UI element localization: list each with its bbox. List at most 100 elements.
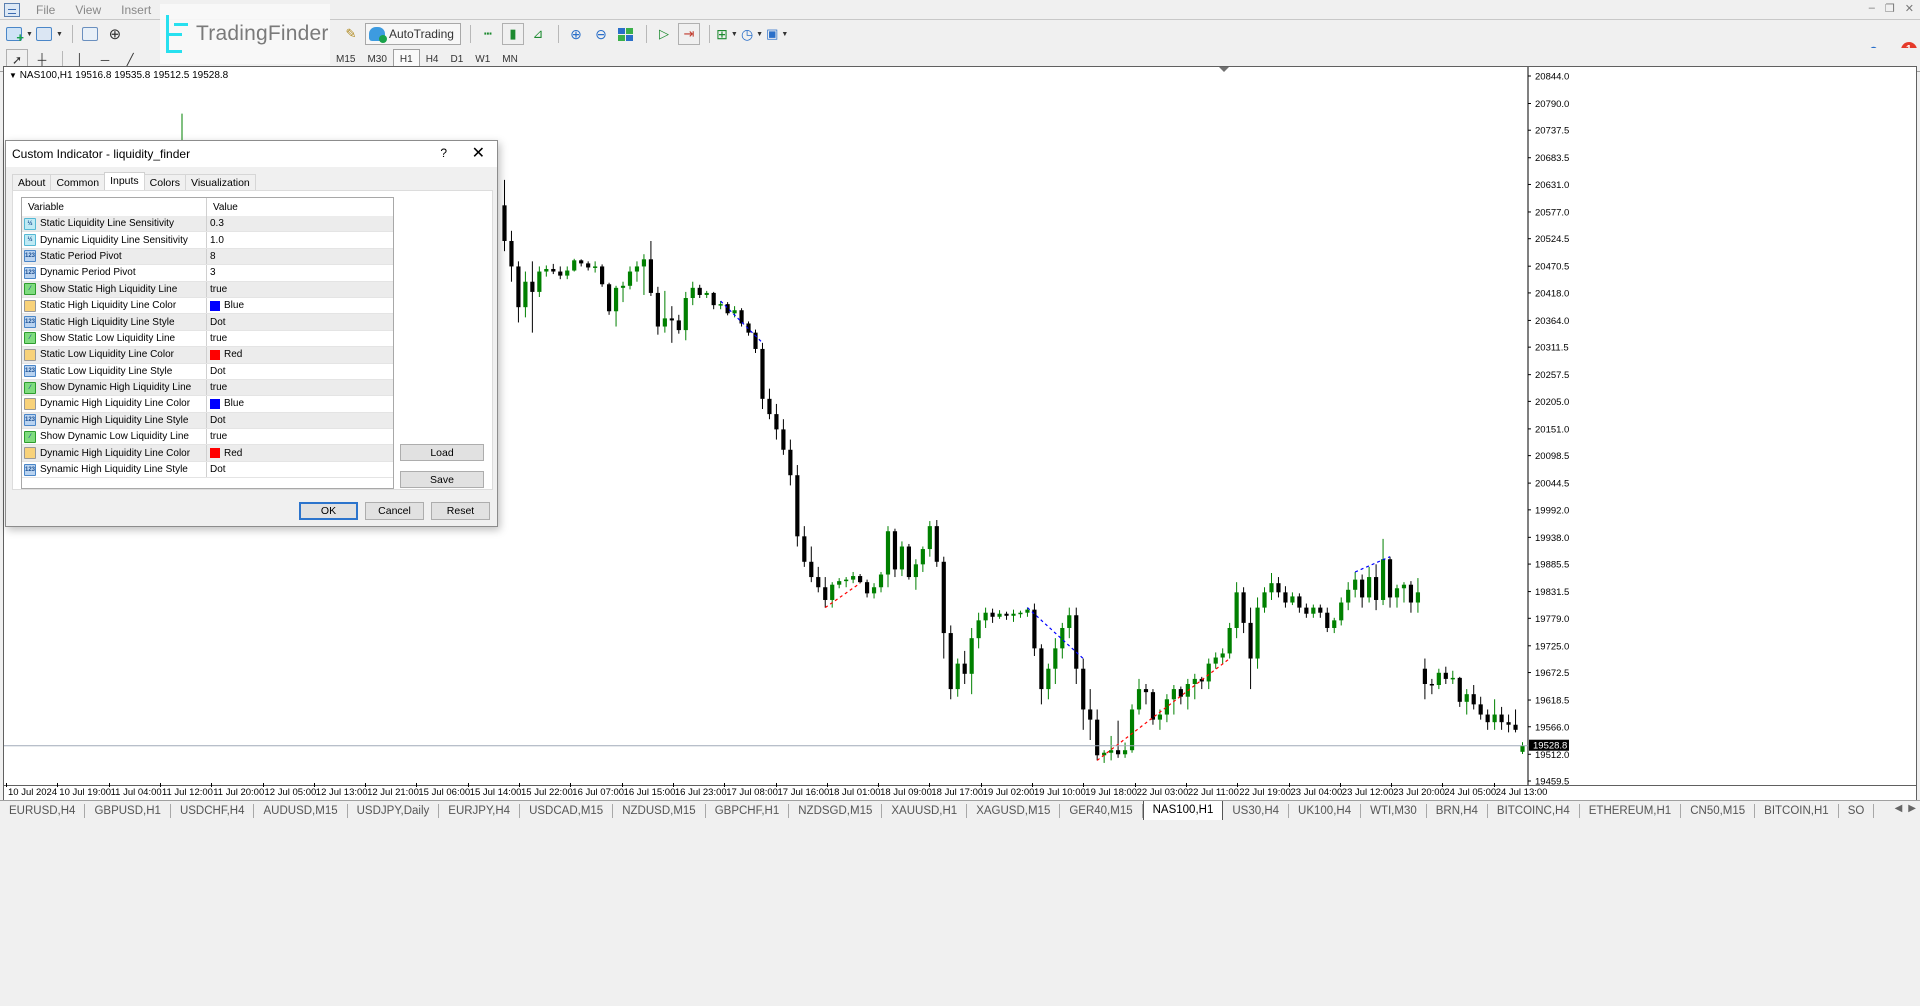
input-row[interactable]: ½ Dynamic Liquidity Line Sensitivity 1.0 [22,232,393,249]
dialog-titlebar[interactable]: Custom Indicator - liquidity_finder ? ✕ [6,141,497,167]
time-tick-label: 19 Jul 10:00 [1034,787,1086,798]
column-header-variable[interactable]: Variable [22,198,207,216]
input-value[interactable]: Red [207,347,393,362]
input-row[interactable]: 123 Static Period Pivot 8 [22,248,393,266]
auto-scroll-button[interactable]: ▷ [653,23,675,45]
input-row[interactable]: ½ Static Liquidity Line Sensitivity 0.3 [22,216,393,233]
help-button[interactable]: ? [440,146,447,160]
input-value[interactable]: Dot [207,462,393,477]
time-tick-label: 11 Jul 12:00 [161,787,213,798]
tab-about[interactable]: About [12,174,52,191]
market-watch-button[interactable] [79,23,101,45]
meta-editor-button[interactable]: ✎ [340,23,362,45]
new-chart-button[interactable]: + ▼ [6,23,33,45]
tab-visualization[interactable]: Visualization [185,174,256,191]
chart-tab[interactable]: GBPUSD,H1 [85,803,171,818]
input-row[interactable]: Static Low Liquidity Line Color Red [22,347,393,364]
profiles-button[interactable]: ▼ [35,23,63,45]
autotrading-button[interactable]: AutoTrading [365,23,461,45]
chart-tab[interactable]: SO [1839,803,1875,818]
save-button[interactable]: Save [400,471,484,488]
menu-view[interactable]: View [65,3,111,17]
input-row[interactable]: Dynamic High Liquidity Line Color Red [22,445,393,462]
chart-tab[interactable]: USDCHF,H4 [171,803,255,818]
chart-tab[interactable]: XAGUSD,M15 [967,803,1061,818]
restore-icon[interactable]: ❐ [1885,2,1895,15]
candlestick-chart-button[interactable]: ▮ [501,23,524,45]
menu-file[interactable]: File [26,3,65,17]
zoom-out-button[interactable]: ⊖ [590,23,612,45]
cancel-button[interactable]: Cancel [365,502,424,520]
input-value[interactable]: true [207,429,393,444]
chart-tab[interactable]: AUDUSD,M15 [254,803,348,818]
input-row[interactable]: ⁄ Show Static Low Liquidity Line true [22,330,393,348]
chart-tab[interactable]: BITCOINC,H4 [1488,803,1580,818]
zoom-in-button[interactable]: ⊕ [565,23,587,45]
chart-tab[interactable]: US30,H4 [1223,803,1290,818]
input-row[interactable]: 123 Static High Liquidity Line Style Dot [22,314,393,331]
scroll-left-icon[interactable]: ◀ [1895,803,1903,814]
input-row[interactable]: ⁄ Show Dynamic Low Liquidity Line true [22,429,393,446]
collapse-arrow-icon[interactable]: ▼ [9,71,17,80]
crosshair-nav-button[interactable]: ⊕ [104,23,126,45]
chart-tab[interactable]: UK100,H4 [1289,803,1362,818]
chart-tab[interactable]: NAS100,H1 [1142,801,1224,820]
chart-tab[interactable]: BITCOIN,H1 [1755,803,1839,818]
scroll-right-icon[interactable]: ▶ [1908,803,1916,814]
input-value[interactable]: 3 [207,265,393,280]
input-value[interactable]: Red [207,445,393,460]
chart-tab[interactable]: ETHEREUM,H1 [1580,803,1682,818]
indicators-button[interactable]: ⊞ ▼ [716,23,738,45]
column-header-value[interactable]: Value [207,198,393,216]
tile-windows-button[interactable] [615,23,637,45]
chart-tab[interactable]: CN50,M15 [1681,803,1756,818]
input-row[interactable]: 123 Synamic High Liquidity Line Style Dot [22,461,393,479]
input-row[interactable]: 123 Dynamic High Liquidity Line Style Dot [22,412,393,430]
menu-insert[interactable]: Insert [111,3,161,17]
line-chart-button[interactable]: ⊿ [527,23,549,45]
templates-button[interactable]: ▣ ▼ [766,23,788,45]
tab-inputs[interactable]: Inputs [104,172,145,191]
app-icon[interactable] [4,2,20,17]
chart-tab[interactable]: NZDUSD,M15 [613,803,706,818]
chart-tab[interactable]: USDCAD,M15 [520,803,614,818]
input-value[interactable]: 8 [207,249,393,264]
input-row[interactable]: Static High Liquidity Line Color Blue [22,297,393,315]
chart-tab[interactable]: USDJPY,Daily [348,803,440,818]
input-value[interactable]: Dot [207,314,393,329]
input-row[interactable]: Dynamic High Liquidity Line Color Blue [22,396,393,413]
chart-tab[interactable]: EURUSD,H4 [0,803,86,818]
chart-tab[interactable]: NZDSGD,M15 [789,803,883,818]
chart-tab[interactable]: GBPCHF,H1 [706,803,790,818]
tab-colors[interactable]: Colors [143,174,187,191]
chart-tab[interactable]: EURJPY,H4 [439,803,521,818]
input-value[interactable]: true [207,380,393,395]
input-value[interactable]: Dot [207,413,393,428]
close-icon[interactable]: ✕ [1905,2,1914,15]
input-row[interactable]: 123 Dynamic Period Pivot 3 [22,265,393,282]
chart-tab[interactable]: BRN,H4 [1427,803,1488,818]
tab-common[interactable]: Common [50,174,106,191]
input-row[interactable]: 123 Static Low Liquidity Line Style Dot [22,363,393,380]
input-row[interactable]: ⁄ Show Static High Liquidity Line true [22,281,393,298]
chart-shift-button[interactable]: ⇥ [677,23,700,45]
reset-button[interactable]: Reset [431,502,490,520]
input-value[interactable]: true [207,331,393,346]
minimize-icon[interactable]: – [1869,2,1875,15]
dialog-close-icon[interactable]: ✕ [472,143,485,163]
input-value[interactable]: 1.0 [207,232,393,247]
chart-tab[interactable]: GER40,M15 [1060,803,1143,818]
periods-button[interactable]: ◷ ▼ [741,23,763,45]
input-value[interactable]: Blue [207,396,393,411]
input-value[interactable]: Blue [207,298,393,313]
input-value[interactable]: true [207,282,393,297]
input-value[interactable]: Dot [207,364,393,379]
chart-tab[interactable]: XAUUSD,H1 [882,803,968,818]
chart-tab[interactable]: WTI,M30 [1361,803,1427,818]
ok-button[interactable]: OK [299,502,358,520]
input-row[interactable]: ⁄ Show Dynamic High Liquidity Line true [22,379,393,397]
load-button[interactable]: Load [400,444,484,461]
bar-chart-button[interactable]: ┅ [477,23,499,45]
input-value[interactable]: 0.3 [207,216,393,231]
price-tick-label: 20418.0 [1535,288,1569,299]
